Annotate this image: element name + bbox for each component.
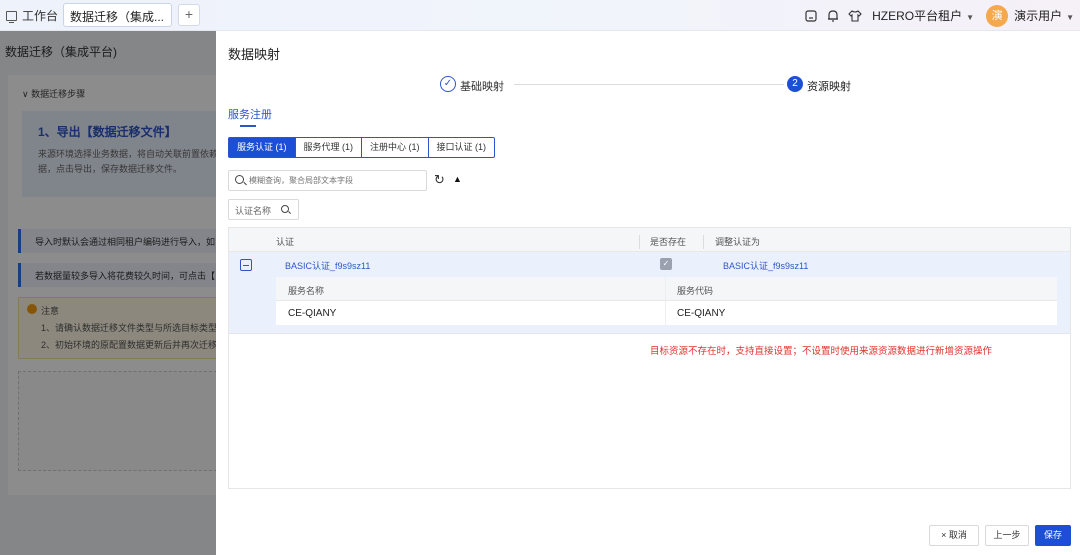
shirt-icon[interactable] — [848, 9, 862, 23]
tab-underline — [240, 125, 256, 127]
adjust-to-select[interactable]: BASIC认证_f9s9sz11 — [723, 259, 808, 272]
avatar[interactable]: 演 — [986, 4, 1009, 27]
save-button[interactable]: 保存 — [1035, 525, 1071, 546]
segment-api-auth[interactable]: 接口认证 (1) — [427, 138, 495, 157]
tab-data-migration[interactable]: 数据迁移（集成... — [63, 3, 172, 27]
segment-service-proxy[interactable]: 服务代理 (1) — [294, 138, 362, 157]
cancel-button[interactable]: × 取消 — [929, 525, 979, 546]
col-auth: 认证 — [276, 237, 295, 247]
filter-label: 认证名称 — [235, 206, 272, 216]
step-number-icon: 2 — [787, 76, 803, 92]
nested-header: 服务名称 服务代码 — [276, 277, 1057, 301]
col-service-code: 服务代码 — [677, 286, 714, 296]
exists-checkbox: ✓ — [660, 258, 672, 270]
check-icon: ✓ — [440, 76, 456, 92]
hint-text: 目标资源不存在时，支持直接设置；不设置时使用来源资源数据进行新增资源操作 — [650, 346, 993, 357]
segment-registry[interactable]: 注册中心 (1) — [361, 138, 428, 157]
modal-overlay[interactable] — [0, 31, 216, 555]
nested-table: 服务名称 服务代码 CE-QIANY CE-QIANY — [276, 277, 1057, 325]
monitor-icon — [6, 10, 17, 23]
add-tab-button[interactable]: + — [178, 4, 200, 26]
top-bar: 工作台 数据迁移（集成... + HZERO平台租户 ▼ 演 演示用户 ▼ — [0, 0, 1080, 31]
step-divider — [514, 84, 784, 85]
step-basic-mapping: 基础映射 — [460, 81, 504, 93]
tab-service-registration[interactable]: 服务注册 — [228, 106, 272, 122]
home-icon[interactable] — [804, 9, 818, 23]
user-name: 演示用户 — [1014, 9, 1063, 23]
workbench-label: 工作台 — [22, 9, 59, 23]
cancel-label: 取消 — [948, 530, 967, 540]
column-divider — [665, 277, 666, 325]
segment-group: 服务认证 (1) 服务代理 (1) 注册中心 (1) 接口认证 (1) — [228, 137, 496, 158]
auth-link[interactable]: BASIC认证_f9s9sz11 — [285, 259, 370, 272]
segment-service-auth[interactable]: 服务认证 (1) — [229, 138, 295, 157]
nested-row: CE-QIANY CE-QIANY — [276, 301, 1057, 325]
stepper: ✓ 基础映射 2 资源映射 — [440, 76, 1080, 96]
refresh-icon[interactable]: ↻ — [434, 172, 445, 188]
search-icon — [281, 205, 289, 213]
table-row: BASIC认证_f9s9sz11 ✓ BASIC认证_f9s9sz11 服务名称… — [229, 252, 1070, 334]
drawer-title: 数据映射 — [228, 47, 281, 62]
service-code-cell: CE-QIANY — [677, 308, 726, 319]
search-input[interactable] — [249, 173, 419, 188]
col-exists: 是否存在 — [650, 237, 687, 247]
bell-icon[interactable] — [826, 9, 840, 23]
workbench-link[interactable]: 工作台 — [6, 7, 58, 24]
search-box — [228, 170, 427, 191]
collapse-icon[interactable]: ▲ — [453, 174, 462, 184]
column-divider — [639, 235, 640, 249]
search-icon — [235, 175, 244, 184]
chevron-down-icon: ▼ — [966, 13, 975, 22]
column-divider — [703, 235, 704, 249]
service-name-cell: CE-QIANY — [288, 308, 337, 319]
chevron-down-icon: ▼ — [1066, 13, 1074, 22]
close-icon: × — [941, 530, 947, 540]
user-menu[interactable]: 演示用户 ▼ — [1014, 7, 1074, 24]
collapse-row-icon[interactable] — [240, 259, 252, 271]
data-mapping-drawer: 数据映射 ✓ 基础映射 2 资源映射 服务注册 服务认证 (1) 服务代理 (1… — [216, 31, 1080, 555]
col-adjust-to: 调整认证为 — [715, 237, 761, 247]
previous-step-button[interactable]: 上一步 — [985, 525, 1029, 546]
tenant-selector[interactable]: HZERO平台租户 ▼ — [872, 7, 974, 24]
mapping-table: 认证 是否存在 调整认证为 BASIC认证_f9s9sz11 ✓ BASIC认证… — [228, 227, 1071, 489]
tenant-name: HZERO平台租户 — [872, 9, 963, 23]
filter-auth-name[interactable]: 认证名称 — [228, 199, 299, 220]
step-resource-mapping: 资源映射 — [807, 81, 851, 93]
col-service-name: 服务名称 — [288, 286, 325, 296]
table-header: 认证 是否存在 调整认证为 — [229, 228, 1070, 252]
